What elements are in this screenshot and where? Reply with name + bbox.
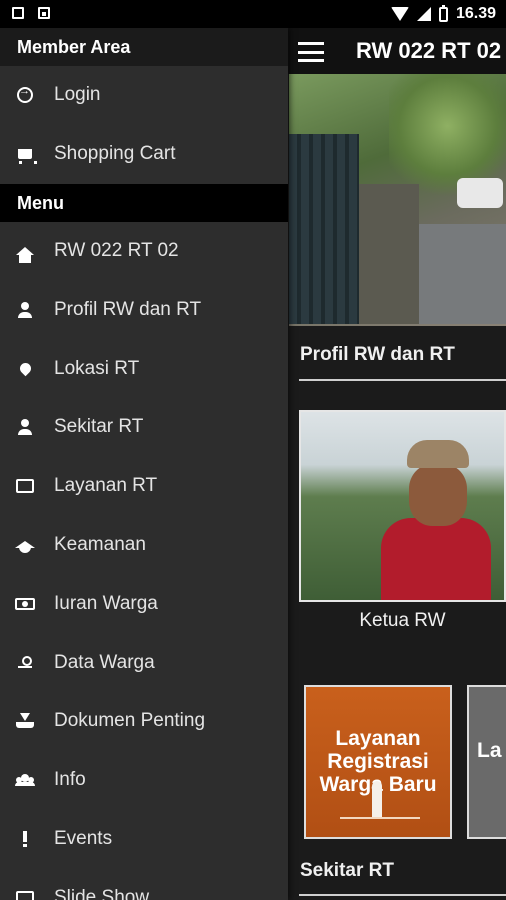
drawer-item-lokasi[interactable]: Lokasi RT bbox=[0, 339, 288, 398]
drawer-item-slide-show[interactable]: Slide Show bbox=[0, 868, 288, 900]
login-icon bbox=[17, 85, 33, 104]
person-icon bbox=[17, 301, 33, 318]
home-icon bbox=[16, 246, 34, 263]
menu-header: Menu bbox=[0, 183, 288, 222]
menu-icon[interactable] bbox=[298, 42, 324, 62]
hero-image[interactable] bbox=[289, 74, 506, 326]
drawer-item-label: Profil RW dan RT bbox=[54, 298, 202, 320]
drawer-item-label: Iuran Warga bbox=[54, 592, 158, 614]
member-area-header: Member Area bbox=[0, 28, 288, 66]
drawer-item-login[interactable]: Login bbox=[0, 66, 288, 125]
drawer-item-shopping-cart[interactable]: Shopping Cart bbox=[0, 125, 288, 184]
drawer-item-profil[interactable]: Profil RW dan RT bbox=[0, 280, 288, 339]
screenshot-notification-icon bbox=[12, 7, 24, 19]
drawer-item-label: Layanan RT bbox=[54, 475, 158, 497]
download-icon bbox=[16, 713, 34, 729]
ketua-rw-photo[interactable] bbox=[299, 410, 506, 602]
promo-card-text: La bbox=[477, 739, 502, 762]
photo-caption: Ketua RW bbox=[359, 610, 446, 631]
drawer-item-layanan[interactable]: Layanan RT bbox=[0, 457, 288, 516]
drawer-item-label: Slide Show bbox=[54, 886, 150, 900]
location-pin-icon bbox=[17, 360, 33, 377]
drawer-item-label: Dokumen Penting bbox=[54, 710, 206, 732]
drawer-item-dokumen[interactable]: Dokumen Penting bbox=[0, 692, 288, 751]
exclamation-icon bbox=[23, 830, 27, 847]
group-icon bbox=[15, 774, 35, 787]
drawer-item-label: Info bbox=[54, 769, 86, 791]
drawer-item-label: Keamanan bbox=[54, 533, 146, 555]
section-title-profile: Profil RW dan RT bbox=[300, 344, 455, 365]
section-divider bbox=[299, 379, 506, 381]
page-title: RW 022 RT 02 bbox=[356, 38, 502, 63]
drawer-item-iuran[interactable]: Iuran Warga bbox=[0, 574, 288, 633]
drawer-item-events[interactable]: Events bbox=[0, 810, 288, 869]
drawer-item-label: RW 022 RT 02 bbox=[54, 239, 179, 261]
wifi-icon bbox=[390, 7, 409, 21]
money-icon bbox=[15, 597, 35, 610]
slides-icon bbox=[16, 890, 34, 900]
signal-icon bbox=[416, 7, 431, 21]
battery-icon bbox=[438, 4, 448, 22]
image-notification-icon bbox=[38, 7, 50, 19]
drawer-item-label: Events bbox=[54, 827, 113, 849]
status-time: 16.39 bbox=[455, 5, 496, 22]
drawer-item-info[interactable]: Info bbox=[0, 751, 288, 810]
folder-icon bbox=[16, 479, 34, 494]
navigation-drawer: Member Area Login Shopping Cart Menu RW … bbox=[0, 28, 288, 900]
drawer-item-label: Lokasi RT bbox=[54, 357, 140, 379]
drawer-item-label: Data Warga bbox=[54, 651, 155, 673]
section-divider bbox=[299, 894, 506, 896]
drawer-item-keamanan[interactable]: Keamanan bbox=[0, 516, 288, 575]
status-bar: 16.39 bbox=[0, 0, 506, 28]
drawer-item-home[interactable]: RW 022 RT 02 bbox=[0, 222, 288, 281]
drawer-item-sekitar[interactable]: Sekitar RT bbox=[0, 398, 288, 457]
cart-icon bbox=[18, 149, 37, 165]
person-icon bbox=[17, 419, 33, 436]
section-title-sekitar: Sekitar RT bbox=[300, 860, 394, 881]
drawer-item-data-warga[interactable]: Data Warga bbox=[0, 633, 288, 692]
drawer-item-label: Sekitar RT bbox=[54, 416, 144, 438]
graduation-cap-icon bbox=[15, 541, 35, 554]
promo-card-next[interactable]: La bbox=[467, 685, 506, 839]
drawer-item-label: Shopping Cart bbox=[54, 143, 176, 165]
contact-icon bbox=[17, 655, 33, 670]
promo-card-registration[interactable]: Layanan Registrasi Warga Baru bbox=[304, 685, 452, 839]
drawer-item-label: Login bbox=[54, 84, 101, 106]
